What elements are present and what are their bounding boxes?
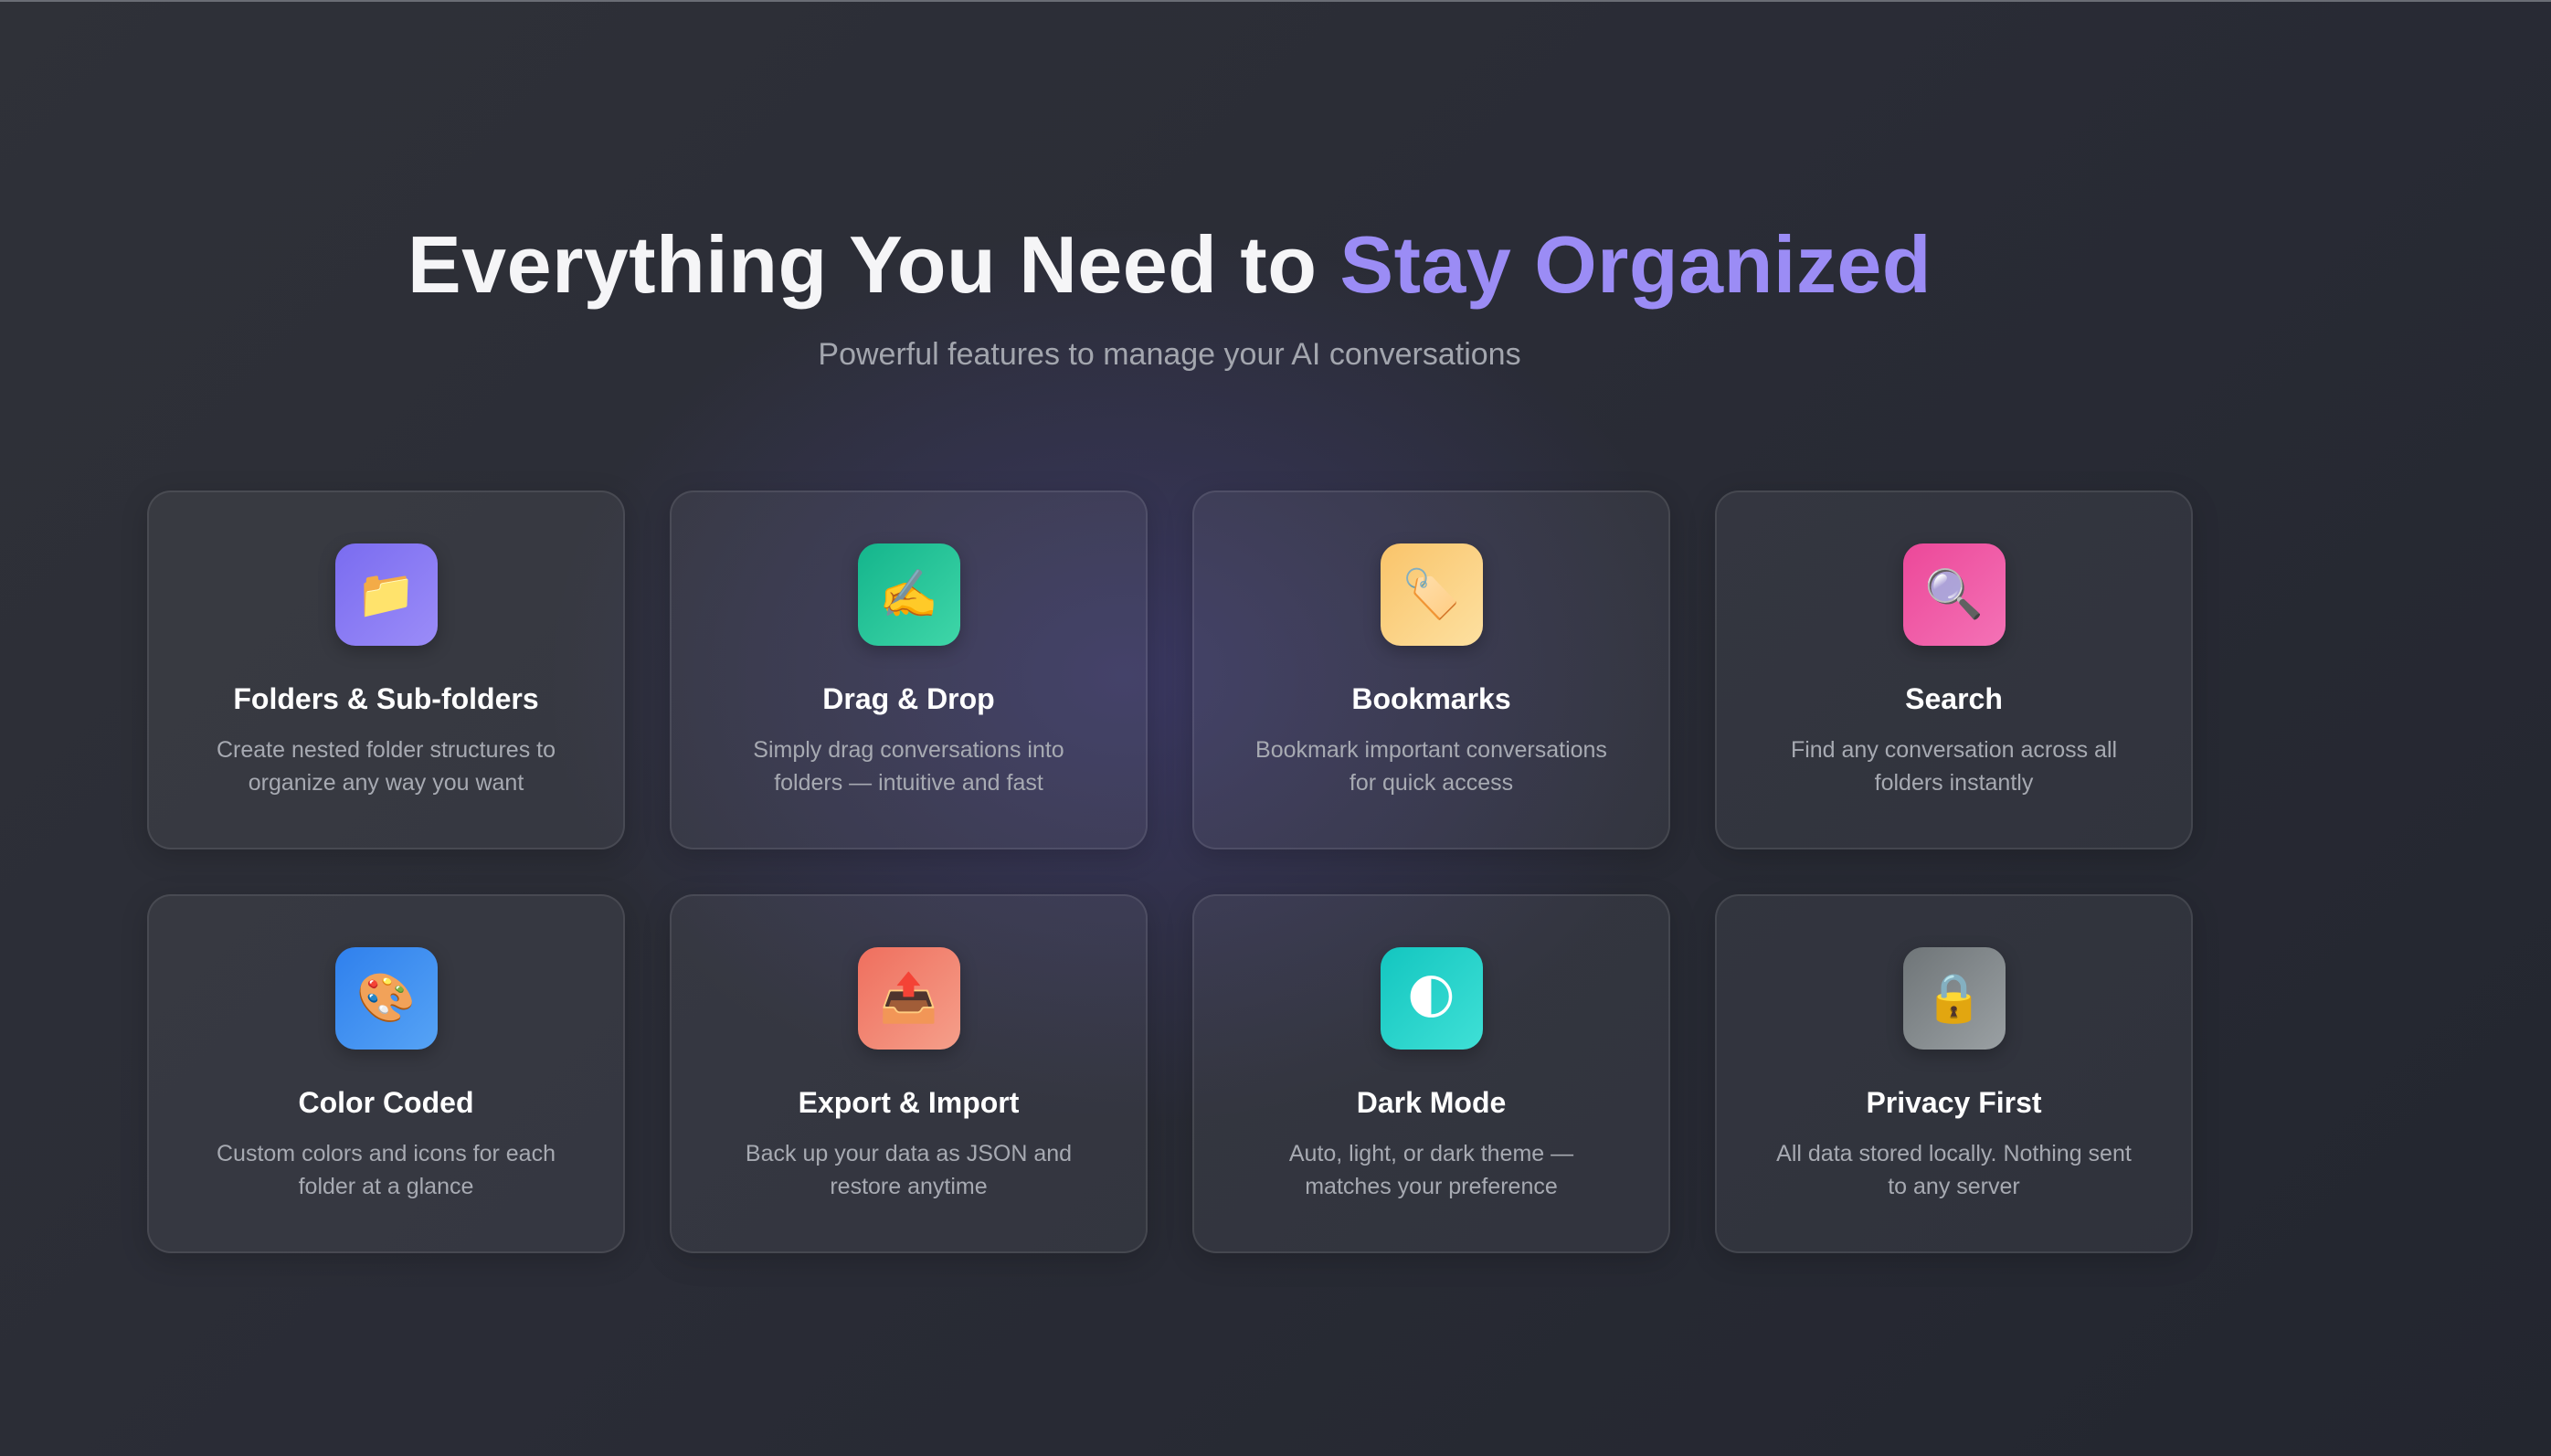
feature-description: Auto, light, or dark theme — matches you… — [1288, 1141, 1574, 1199]
half-moon-icon: 🌓 — [1380, 947, 1483, 1050]
feature-description: Simply drag conversations into folders —… — [753, 737, 1064, 796]
feature-card-bookmarks: 🏷️ Bookmarks Bookmark important conversa… — [1192, 491, 1670, 849]
palette-icon: 🎨 — [334, 947, 438, 1050]
feature-card-privacy: 🔒 Privacy First All data stored locally.… — [1715, 894, 2193, 1253]
feature-title: Export & Import — [798, 1086, 1020, 1119]
padlock-icon: 🔒 — [1902, 947, 2006, 1050]
feature-title: Color Coded — [298, 1086, 474, 1119]
feature-title: Search — [1905, 682, 2003, 715]
feature-description: All data stored locally. Nothing sent to… — [1776, 1141, 2132, 1199]
magnifier-icon: 🔍 — [1902, 543, 2006, 646]
feature-card-folders: 📁 Folders & Sub-folders Create nested fo… — [147, 491, 625, 849]
top-edge-line — [0, 0, 2551, 2]
hero-section: Everything You Need to Stay Organized Po… — [0, 214, 2339, 375]
page-subtitle: Powerful features to manage your AI conv… — [818, 337, 1521, 372]
feature-title: Dark Mode — [1356, 1086, 1507, 1119]
feature-description: Custom colors and icons for each folder … — [216, 1141, 556, 1199]
feature-card-search: 🔍 Search Find any conversation across al… — [1715, 491, 2193, 849]
feature-card-export-import: 📤 Export & Import Back up your data as J… — [670, 894, 1148, 1253]
feature-title: Drag & Drop — [822, 682, 995, 715]
page-title-accent: Stay Organized — [1339, 219, 1932, 310]
page-title-main: Everything You Need to — [407, 219, 1340, 310]
feature-description: Back up your data as JSON and restore an… — [745, 1141, 1073, 1199]
feature-description: Bookmark important conversations for qui… — [1255, 737, 1607, 796]
feature-description: Create nested folder structures to organ… — [216, 737, 556, 796]
feature-title: Folders & Sub-folders — [233, 682, 539, 715]
feature-title: Privacy First — [1866, 1086, 2042, 1119]
folder-icon: 📁 — [334, 543, 438, 646]
features-grid: 📁 Folders & Sub-folders Create nested fo… — [147, 491, 2193, 1253]
feature-card-color-coded: 🎨 Color Coded Custom colors and icons fo… — [147, 894, 625, 1253]
feature-title: Bookmarks — [1351, 682, 1511, 715]
outbox-tray-icon: 📤 — [857, 947, 960, 1050]
feature-card-dark-mode: 🌓 Dark Mode Auto, light, or dark theme —… — [1192, 894, 1670, 1253]
page-title: Everything You Need to Stay Organized — [0, 214, 2339, 316]
feature-card-drag-drop: ✍️ Drag & Drop Simply drag conversations… — [670, 491, 1148, 849]
bookmark-tag-icon: 🏷️ — [1380, 543, 1483, 646]
feature-description: Find any conversation across all folders… — [1790, 737, 2118, 796]
writing-hand-icon: ✍️ — [857, 543, 960, 646]
